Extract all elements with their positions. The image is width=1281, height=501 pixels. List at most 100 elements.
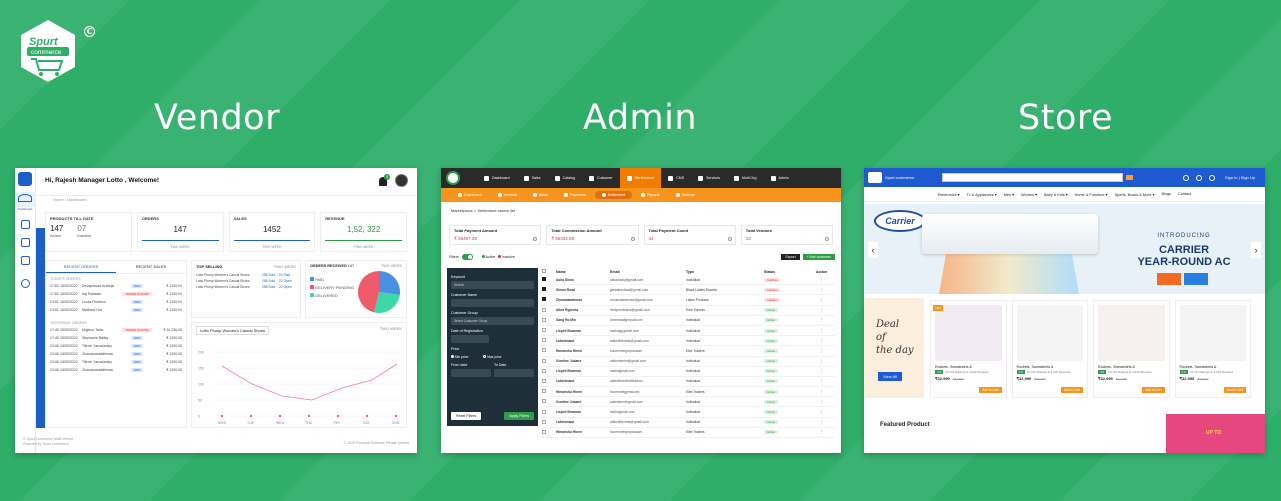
export-button[interactable]: Export xyxy=(781,254,800,260)
row-checkbox[interactable] xyxy=(542,348,546,353)
table-row[interactable]: Lispell Bowman lasthaigmail.com Individual… xyxy=(542,407,835,418)
more-icon[interactable]: ⋮ xyxy=(808,400,835,404)
table-row[interactable]: Sang Ho Min lonneswallgmpoidcom Individual… xyxy=(542,316,835,326)
nav-item[interactable]: Contact xyxy=(1178,192,1191,196)
menu-item-customer[interactable]: Customer xyxy=(582,168,620,188)
row-checkbox[interactable] xyxy=(542,409,546,414)
signin-link[interactable]: Sign In | Sign Up xyxy=(1225,175,1255,180)
flag-icon[interactable] xyxy=(1126,175,1134,180)
keyword-input[interactable]: Search xyxy=(451,281,534,289)
from-date-input[interactable] xyxy=(451,369,491,377)
banner-next-arrow[interactable]: › xyxy=(1251,242,1261,258)
more-icon[interactable]: ⋮ xyxy=(808,430,835,434)
row-checkbox[interactable] xyxy=(542,287,546,292)
table-row[interactable]: Lispell Bowman lasthaigmail.com Individual… xyxy=(542,367,835,377)
settings-icon[interactable] xyxy=(20,279,30,288)
menu-item-cms[interactable]: CMS xyxy=(661,168,691,188)
add-customer-button[interactable]: + Add customer xyxy=(802,254,835,260)
table-row[interactable]: 17:40 15/02/2022 Stephanie Bailey PAID ₹ 120… xyxy=(46,334,186,342)
more-icon[interactable]: ⋮ xyxy=(808,308,835,312)
add-to-cart-button[interactable]: Add to Cart xyxy=(979,387,1002,393)
column-header[interactable]: Type xyxy=(686,270,764,274)
menu-item-dashboard[interactable]: Dashboard xyxy=(477,168,517,188)
min-price-radio[interactable] xyxy=(451,355,454,358)
table-row[interactable]: Himanshu Hinen bocenneiigpmaicom Elite Tra… xyxy=(542,387,835,398)
info-icon[interactable] xyxy=(825,237,829,241)
banner-prev-arrow[interactable]: ‹ xyxy=(868,242,878,258)
table-row[interactable]: Lakshmana adikmiliferrata@gmail.com Indivi… xyxy=(542,336,835,347)
sidebar-item-dashboard[interactable] xyxy=(15,192,36,207)
product-card[interactable]: Rockets, Sweatshirts & 4.6 70,721 Ratings … xyxy=(1011,300,1088,398)
product-select[interactable]: Lotto Plump Women's Casual Shoes xyxy=(196,326,269,335)
table-row[interactable]: 13:08 15/02/2022 Zhanasnaudalimma PAID ₹ 120… xyxy=(46,366,186,374)
product-image[interactable] xyxy=(1016,305,1083,361)
orders-icon[interactable] xyxy=(20,238,30,247)
add-to-cart-button[interactable]: Add to Cart xyxy=(1060,387,1083,393)
add-to-cart-button[interactable]: Add to Cart xyxy=(1142,387,1165,393)
reports-icon[interactable] xyxy=(20,256,30,265)
date-registration-input[interactable] xyxy=(451,335,489,343)
tab-recent-sales[interactable]: RECENT SALES xyxy=(116,261,186,273)
submenu-item-settings[interactable]: Settings xyxy=(669,191,702,199)
table-row[interactable]: 17:40 15/02/2022 Migleno Tadic ORDER PLACED… xyxy=(46,326,186,334)
menu-item-admin[interactable]: Admin xyxy=(764,168,796,188)
nav-item[interactable]: Electronics ▾ xyxy=(938,192,960,197)
compare-icon[interactable] xyxy=(1183,174,1190,181)
select-all-checkbox[interactable] xyxy=(542,269,546,273)
product-card[interactable]: Rockets, Sweatshirts & 4.6 70,721 Ratings … xyxy=(1093,300,1170,398)
table-row[interactable]: Lakshmana adikmiliferrata@gmail.com Indivi… xyxy=(542,418,835,428)
more-icon[interactable]: ⋮ xyxy=(808,318,835,322)
customer-name-input[interactable] xyxy=(451,299,534,307)
row-checkbox[interactable] xyxy=(542,378,546,383)
more-icon[interactable]: ⋮ xyxy=(808,329,835,333)
more-icon[interactable]: ⋮ xyxy=(808,278,835,282)
table-row[interactable]: Zhoanaasdmmia zhoanaasdmmia@gmail.com Lake… xyxy=(542,295,835,306)
filters-toggle[interactable] xyxy=(461,254,473,260)
table-row[interactable]: Simon Read jjastalmedical@gmail.com Bhavi … xyxy=(542,285,835,296)
store-logo[interactable] xyxy=(868,172,882,183)
row-checkbox[interactable] xyxy=(542,389,546,394)
card-filter[interactable]: TWO WEEK xyxy=(321,245,406,249)
more-icon[interactable]: ⋮ xyxy=(808,420,835,424)
promo-banner[interactable]: UP TO xyxy=(1166,414,1265,453)
max-price-radio[interactable] xyxy=(483,355,487,358)
row-checkbox[interactable] xyxy=(542,328,546,333)
filter-dropdown[interactable]: TWO WEEK xyxy=(274,264,296,269)
customer-group-select[interactable]: Select Customer Group xyxy=(451,317,534,325)
column-header[interactable]: Status xyxy=(764,270,808,274)
table-row[interactable]: 17:52 16/02/2022 Iraj Paidwan ORDER PLACED ₹… xyxy=(46,290,186,298)
filter-dropdown[interactable]: TWO WEEK xyxy=(380,326,402,335)
table-row[interactable]: Himanshu Hinen bocenneeigmpoisaom Elite Tr… xyxy=(542,428,835,438)
row-checkbox[interactable] xyxy=(542,277,546,282)
menu-item-multi-org[interactable]: Multi Org xyxy=(727,168,764,188)
card-filter[interactable]: TWO WEEK xyxy=(138,245,223,249)
nav-item[interactable]: Sports, Books & More ▾ xyxy=(1115,192,1155,197)
table-row[interactable]: 17:52 16/02/2022 Devaprasad Achanju PAID ₹ 1… xyxy=(46,282,186,290)
submenu-item-dashboard[interactable]: Dashboard xyxy=(451,191,489,199)
row-checkbox[interactable] xyxy=(542,338,546,343)
reset-filters-button[interactable]: Reset Filters xyxy=(451,412,482,420)
nav-item[interactable]: Men ▾ xyxy=(1004,192,1014,197)
product-card[interactable]: 10% Rockets, Sweatshirts & 4.6 70,721 Ratin… xyxy=(930,300,1007,398)
nav-item[interactable]: Blogs xyxy=(1161,192,1171,196)
table-row[interactable]: 13:08 15/02/2022 Zhanasnaudalimma PAID ₹ 120… xyxy=(46,350,186,358)
more-icon[interactable]: ⋮ xyxy=(808,369,835,373)
to-date-input[interactable] xyxy=(494,369,534,377)
info-icon[interactable] xyxy=(533,237,538,241)
nav-item[interactable]: Women ▾ xyxy=(1021,192,1037,197)
more-icon[interactable]: ⋮ xyxy=(808,339,835,343)
product-image[interactable] xyxy=(1179,305,1246,361)
filter-dropdown[interactable]: TWO WEEK xyxy=(381,264,402,268)
more-icon[interactable]: ⋮ xyxy=(808,288,835,292)
search-input[interactable] xyxy=(942,173,1124,182)
nav-item[interactable]: Baby & Kids ▾ xyxy=(1044,192,1068,197)
cart-icon[interactable] xyxy=(1209,174,1216,181)
add-to-cart-button[interactable]: Add to Cart xyxy=(1223,387,1246,393)
more-icon[interactable]: ⋮ xyxy=(808,349,835,353)
menu-item-services[interactable]: Services xyxy=(691,168,727,188)
submenu-item-reports[interactable]: Reports xyxy=(634,191,667,199)
table-row[interactable]: Alina Ryprinia fredynnabrisca@gmail.com Em… xyxy=(542,306,835,316)
row-checkbox[interactable] xyxy=(542,429,546,434)
more-icon[interactable]: ⋮ xyxy=(808,390,835,394)
row-checkbox[interactable] xyxy=(542,358,546,363)
